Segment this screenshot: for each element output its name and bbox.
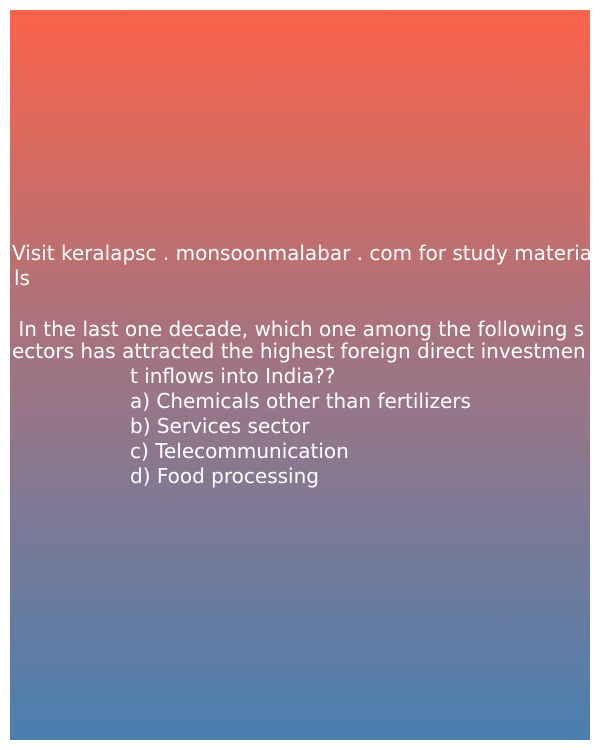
promo-text-line-1: Visit keralapsc . monsoonmalabar . com f… [12, 241, 590, 265]
question-text-line-1: In the last one decade, which one among … [12, 317, 585, 341]
option-c: c) Telecommunication [130, 439, 349, 463]
option-b: b) Services sector [130, 414, 310, 438]
question-text-line-3: t inflows into India?? [130, 364, 336, 388]
option-a: a) Chemicals other than fertilizers [130, 389, 471, 413]
option-d: d) Food processing [130, 464, 319, 488]
question-text-line-2: ectors has attracted the highest foreign… [12, 339, 586, 363]
promo-text-line-2: ls [14, 266, 30, 290]
question-card: Visit keralapsc . monsoonmalabar . com f… [10, 10, 590, 740]
